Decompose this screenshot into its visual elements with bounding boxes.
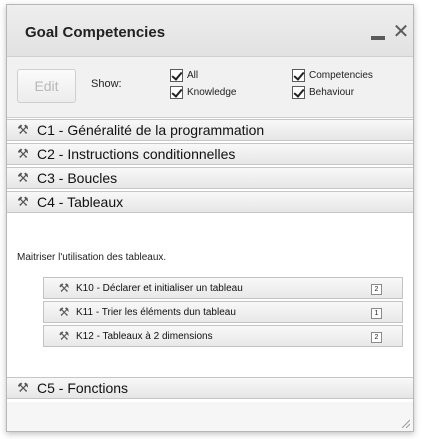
competency-description: Maitriser l'utilisation des tableaux. — [17, 252, 167, 263]
count-badge: 2 — [371, 332, 382, 343]
resize-grip-icon[interactable] — [400, 418, 410, 428]
tools-icon: ⚒ — [58, 281, 70, 295]
filter-all-checkbox[interactable]: All — [170, 69, 198, 82]
tools-icon: ⚒ — [58, 305, 70, 319]
count-badge: 2 — [371, 284, 382, 295]
knowledge-label: K12 - Tableaux à 2 dimensions — [76, 330, 213, 342]
close-icon[interactable]: ✕ — [392, 22, 410, 42]
filter-competencies-checkbox[interactable]: Competencies — [292, 69, 373, 82]
knowledge-row-k11[interactable]: ⚒ K11 - Trier les éléments dun tableau 1 — [43, 301, 403, 323]
tools-icon: ⚒ — [17, 122, 29, 137]
filter-knowledge-label: Knowledge — [187, 87, 237, 98]
competency-row-c3[interactable]: ⚒ C3 - Boucles — [7, 167, 413, 189]
empty-list-area — [7, 402, 413, 431]
edit-button[interactable]: Edit — [17, 69, 76, 103]
competency-label: C3 - Boucles — [37, 170, 118, 186]
competency-row-c4[interactable]: ⚒ C4 - Tableaux — [7, 191, 413, 213]
tools-icon: ⚒ — [17, 194, 29, 209]
toolbar: Edit Show: All Knowledge Competencies Be… — [7, 57, 413, 118]
tools-icon: ⚒ — [17, 170, 29, 185]
knowledge-row-k12[interactable]: ⚒ K12 - Tableaux à 2 dimensions 2 — [43, 325, 403, 347]
minimize-icon[interactable] — [371, 24, 385, 40]
competency-label: C5 - Fonctions — [37, 380, 129, 396]
knowledge-row-k10[interactable]: ⚒ K10 - Déclarer et initialiser un table… — [43, 277, 403, 299]
competency-row-c2[interactable]: ⚒ C2 - Instructions conditionnelles — [7, 143, 413, 165]
tools-icon: ⚒ — [58, 329, 70, 343]
title-bar[interactable]: Goal Competencies ✕ — [7, 5, 413, 57]
filter-knowledge-checkbox[interactable]: Knowledge — [170, 86, 236, 99]
checkbox-checked-icon — [170, 69, 183, 82]
filter-competencies-label: Competencies — [309, 70, 373, 81]
count-badge: 1 — [371, 308, 382, 319]
filter-behaviour-label: Behaviour — [309, 87, 355, 98]
filter-behaviour-checkbox[interactable]: Behaviour — [292, 86, 354, 99]
checkbox-checked-icon — [292, 69, 305, 82]
competency-row-c1[interactable]: ⚒ C1 - Généralité de la programmation — [7, 119, 413, 141]
knowledge-label: K11 - Trier les éléments dun tableau — [76, 306, 236, 318]
tools-icon: ⚒ — [17, 146, 29, 161]
competency-row-c5[interactable]: ⚒ C5 - Fonctions — [7, 377, 413, 399]
show-label: Show: — [91, 78, 122, 90]
goal-competencies-window: Goal Competencies ✕ Edit Show: All Knowl… — [6, 4, 414, 432]
competency-label: C1 - Généralité de la programmation — [37, 122, 265, 138]
tools-icon: ⚒ — [17, 380, 29, 395]
knowledge-label: K10 - Déclarer et initialiser un tableau — [76, 282, 243, 294]
filter-all-label: All — [187, 70, 199, 81]
checkbox-checked-icon — [170, 86, 183, 99]
window-title: Goal Competencies — [25, 24, 166, 41]
checkbox-checked-icon — [292, 86, 305, 99]
competency-label: C4 - Tableaux — [37, 194, 124, 210]
competency-label: C2 - Instructions conditionnelles — [37, 146, 236, 162]
